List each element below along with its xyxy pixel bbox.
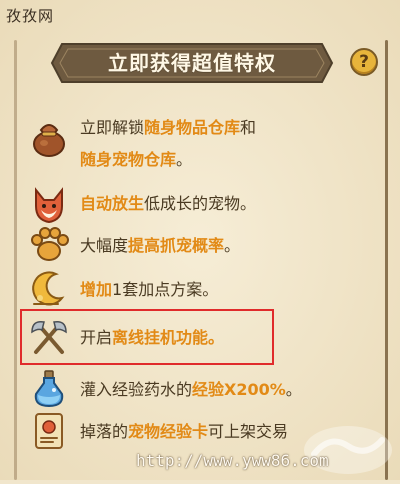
- perk-text-part: 立即解锁: [80, 118, 145, 137]
- panel-left-border: [14, 40, 17, 480]
- site-watermark: 孜孜网: [6, 7, 55, 25]
- perk-text-part: 1套加点方案。: [112, 280, 219, 299]
- banner-title: 立即获得超值特权: [108, 51, 276, 75]
- perk-text-part: 掉落的: [80, 422, 129, 441]
- perk-text-part: 。: [176, 150, 193, 169]
- perk-text-part: 开启: [80, 328, 113, 347]
- perk-highlight: 增加: [80, 280, 113, 299]
- perk-item-capture-rate: 大幅度提高抓宠概率。: [28, 224, 368, 266]
- perk-highlight: 随身宠物仓库: [80, 150, 177, 169]
- crossed-axes-icon: [28, 316, 70, 358]
- perk-text-part: 大幅度: [80, 236, 129, 255]
- perk-item-storage: 立即解锁随身物品仓库和 随身宠物仓库。: [28, 112, 368, 182]
- perk-text-part: 灌入经验药水的: [80, 380, 193, 399]
- perk-item-point-plan: 增加1套加点方案。: [28, 268, 368, 310]
- perk-text-part: 。: [285, 380, 302, 399]
- perk-text: 自动放生低成长的宠物。: [80, 188, 370, 220]
- scroll-card-icon: [28, 410, 70, 452]
- perk-text: 灌入经验药水的经验X200%。: [80, 374, 370, 406]
- perk-text-part: 低成长的宠物。: [144, 194, 257, 213]
- perk-text: 开启离线挂机功能。: [80, 322, 370, 354]
- potion-icon: [28, 368, 70, 410]
- perk-item-auto-release: 自动放生低成长的宠物。: [28, 184, 368, 226]
- perk-text: 增加1套加点方案。: [80, 274, 370, 306]
- perk-highlight: 离线挂机功能。: [112, 328, 225, 347]
- perk-text-part: 。: [224, 236, 241, 255]
- fox-pet-icon: [28, 184, 70, 226]
- pouch-icon: [28, 116, 70, 158]
- privilege-panel: 孜孜网 立即获得超值特权 ? 立即解锁随身物品仓库和 随身宠物仓库。 自动放生低…: [0, 0, 400, 480]
- perk-text: 立即解锁随身物品仓库和 随身宠物仓库。: [80, 112, 370, 176]
- perk-text-part: 可上架交易: [208, 422, 289, 441]
- perk-text: 大幅度提高抓宠概率。: [80, 230, 370, 262]
- moon-icon: [28, 268, 70, 310]
- paw-icon: [28, 224, 70, 266]
- footer-url[interactable]: http://www.yww86.com: [136, 451, 329, 470]
- perk-item-exp-potion: 灌入经验药水的经验X200%。: [28, 368, 368, 410]
- panel-right-border: [385, 40, 388, 480]
- perk-highlight: 宠物经验卡: [128, 422, 209, 441]
- title-banner: 立即获得超值特权: [48, 40, 336, 86]
- perk-highlight: 随身物品仓库: [144, 118, 241, 137]
- perk-item-offline-idle: 开启离线挂机功能。: [28, 316, 368, 358]
- perk-highlight: 提高抓宠概率: [128, 236, 225, 255]
- perk-highlight: 自动放生: [80, 194, 145, 213]
- help-button[interactable]: ?: [350, 48, 378, 76]
- watermark-logo: [300, 420, 396, 480]
- perk-highlight: 经验X200%: [192, 380, 286, 399]
- perk-text-part: 和: [240, 118, 257, 137]
